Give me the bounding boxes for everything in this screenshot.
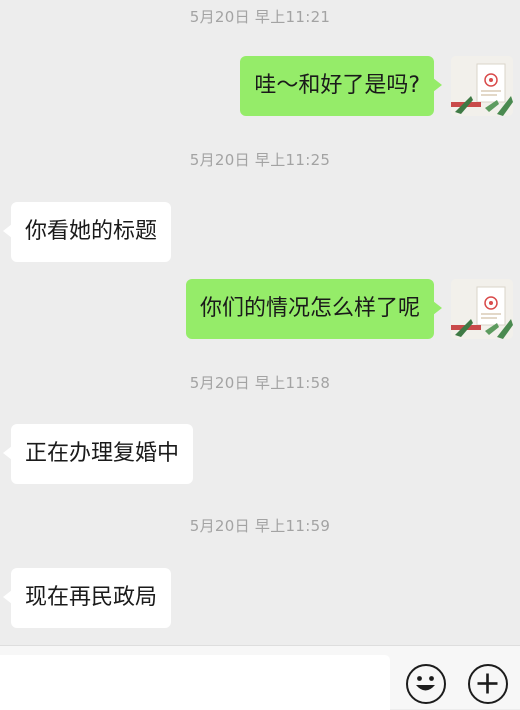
- user-avatar[interactable]: [451, 279, 513, 339]
- user-avatar[interactable]: [451, 56, 513, 116]
- received-message-bubble[interactable]: 正在办理复婚中: [2, 424, 194, 484]
- timestamp: 5月20日 早上11:25: [189, 151, 331, 169]
- sent-message-bubble[interactable]: 你们的情况怎么样了呢: [185, 279, 443, 339]
- timestamp: 5月20日 早上11:58: [189, 374, 331, 392]
- received-message-bubble[interactable]: 现在再民政局: [2, 568, 172, 628]
- gift-card-avatar-icon: [451, 56, 513, 116]
- emoji-button[interactable]: [406, 664, 446, 704]
- timestamp: 5月20日 早上11:21: [189, 8, 331, 26]
- input-bar: [0, 645, 520, 710]
- plus-button[interactable]: [468, 664, 508, 704]
- sent-message-bubble[interactable]: 哇～和好了是吗?: [240, 56, 442, 116]
- emoji-icon: [416, 676, 435, 691]
- message-input[interactable]: [0, 655, 390, 710]
- timestamp: 5月20日 早上11:59: [189, 517, 331, 535]
- gift-card-avatar-icon: [451, 279, 513, 339]
- chat-area[interactable]: 5月20日 早上11:21 哇～和好了是吗? 5月20日 早上11:25 你看她…: [0, 0, 520, 645]
- plus-icon: [477, 673, 498, 694]
- received-message-bubble[interactable]: 你看她的标题: [2, 202, 172, 262]
